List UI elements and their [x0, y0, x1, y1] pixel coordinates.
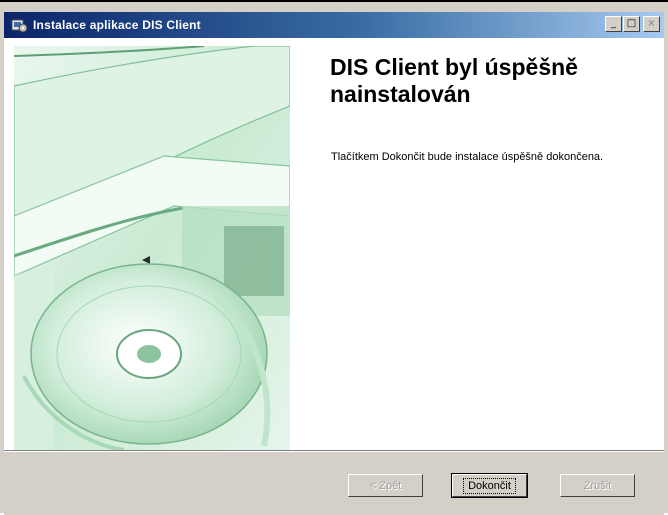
close-button[interactable]: ×	[643, 16, 660, 32]
close-icon: ×	[647, 18, 656, 29]
window-title: Instalace aplikace DIS Client	[33, 18, 201, 32]
minimize-button[interactable]: _	[605, 16, 622, 32]
installer-window: Instalace aplikace DIS Client _ □ × DIS …	[0, 0, 668, 515]
completion-message: Tlačítkem Dokončit bude instalace úspěšn…	[331, 151, 604, 163]
finish-button[interactable]: Dokončit	[451, 473, 528, 498]
button-bar: < Zpět Dokončit Zrušit	[4, 452, 664, 515]
maximize-icon: □	[626, 18, 637, 29]
title-bar[interactable]: Instalace aplikace DIS Client _ □ ×	[4, 12, 664, 38]
installer-icon	[11, 19, 28, 33]
cancel-button[interactable]: Zrušit	[560, 474, 635, 497]
finish-button-label: Dokončit	[463, 477, 516, 494]
cancel-button-label: Zrušit	[583, 479, 612, 492]
minimize-icon: _	[611, 18, 616, 29]
back-button-label: < Zpět	[369, 479, 402, 492]
setup-banner-image	[14, 46, 290, 450]
title-controls: _ □ ×	[604, 16, 660, 32]
maximize-button[interactable]: □	[623, 16, 640, 32]
page-title: DIS Client byl úspěšně nainstalován	[330, 54, 578, 107]
content-area: DIS Client byl úspěšně nainstalován Tlač…	[4, 38, 664, 450]
back-button[interactable]: < Zpět	[348, 474, 423, 497]
